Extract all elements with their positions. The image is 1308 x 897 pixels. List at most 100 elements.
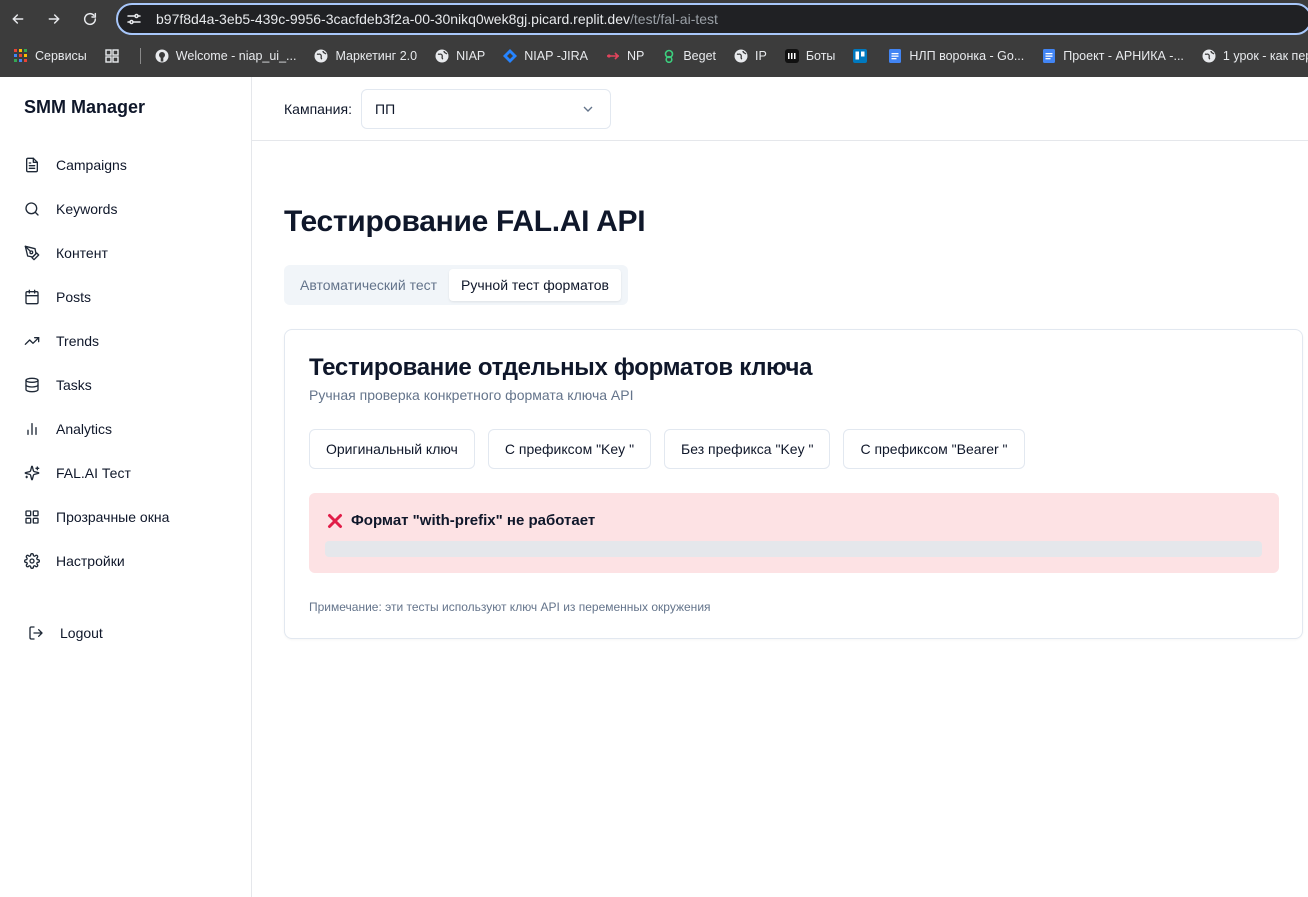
sidebar-item-label: Analytics: [56, 421, 113, 437]
campaign-select[interactable]: ПП: [361, 89, 611, 129]
bookmarks-bar: Сервисы Welcome - niap_ui_... Маркетинг …: [0, 40, 1308, 72]
layout-grid-icon: [24, 509, 40, 525]
bookmark-beget[interactable]: Beget: [662, 49, 716, 63]
card-subtitle: Ручная проверка конкретного формата ключ…: [309, 387, 634, 403]
arrow-left-icon: [12, 14, 24, 24]
bookmark-ip[interactable]: IP: [734, 49, 767, 63]
trello-icon: [853, 49, 868, 63]
sidebar-item-label: Tasks: [56, 377, 92, 393]
reload-icon: [83, 12, 97, 26]
bookmark-niap-jira[interactable]: NIAP -JIRA: [503, 49, 588, 63]
bookmark-label: Маркетинг 2.0: [335, 49, 418, 63]
address-bar[interactable]: b97f8d4a-3eb5-439c-9956-3cacfdeb3f2a-00-…: [116, 3, 1308, 35]
sidebar-item-label: Campaigns: [56, 157, 127, 173]
bearer-prefix-button[interactable]: С префиксом "Bearer ": [843, 429, 1025, 469]
app-brand: SMM Manager: [24, 97, 146, 117]
bookmark-label: IP: [755, 49, 767, 63]
url-host: b97f8d4a-3eb5-439c-9956-3cacfdeb3f2a-00-…: [156, 11, 630, 27]
error-alert: Формат "with-prefix" не работает: [309, 493, 1279, 573]
bookmark-label: Сервисы: [35, 49, 87, 63]
globe-icon: [1202, 49, 1216, 63]
settings-icon: [24, 553, 40, 569]
bookmark-label: Проект - АРНИКА -...: [1063, 49, 1184, 63]
bookmark-nlp-funnel[interactable]: НЛП воронка - Go...: [888, 49, 1024, 63]
sidebar-item-fal-ai-test[interactable]: FAL.AI Тест: [24, 461, 131, 485]
bookmark-bots[interactable]: Боты: [784, 49, 836, 63]
sidebar-item-settings[interactable]: Настройки: [24, 549, 125, 573]
beget-icon: [662, 49, 676, 63]
database-icon: [24, 377, 40, 393]
globe-icon: [435, 49, 449, 63]
search-icon: [24, 201, 40, 217]
sidebar-item-content[interactable]: Контент: [24, 241, 108, 265]
sidebar-item-label: Posts: [56, 289, 92, 305]
site-settings-icon[interactable]: [126, 11, 142, 27]
bookmark-welcome[interactable]: Welcome - niap_ui_...: [155, 49, 297, 63]
bookmark-label: 1 урок - как перейт...: [1222, 49, 1308, 63]
bookmark-arnika[interactable]: Проект - АРНИКА -...: [1042, 49, 1184, 63]
bookmark-services[interactable]: Сервисы: [14, 49, 87, 63]
globe-icon: [314, 49, 328, 63]
url-text[interactable]: b97f8d4a-3eb5-439c-9956-3cacfdeb3f2a-00-…: [156, 11, 718, 27]
logout-button[interactable]: Logout: [28, 621, 103, 645]
bookmark-separator: [139, 48, 141, 64]
app: SMM Manager Campaigns Keywords Контент P…: [0, 77, 1308, 897]
bookmark-label: Боты: [805, 49, 836, 63]
arrow-right-icon: [48, 14, 60, 24]
sidebar-item-label: FAL.AI Тест: [56, 465, 131, 481]
alert-title-text: Формат "with-prefix" не работает: [351, 512, 596, 529]
sidebar-item-trends[interactable]: Trends: [24, 329, 99, 353]
bookmark-label: NIAP -JIRA: [524, 49, 588, 63]
back-button[interactable]: [8, 9, 28, 29]
campaign-label: Кампания:: [284, 101, 352, 117]
github-icon: [155, 49, 169, 63]
trending-up-icon: [24, 333, 40, 349]
np-icon: [606, 49, 620, 63]
page-title: Тестирование FAL.AI API: [284, 205, 646, 238]
apps-grid-icon: [14, 49, 28, 63]
bookmark-niap[interactable]: NIAP: [435, 49, 485, 63]
bar-chart-icon: [24, 421, 40, 437]
tab-automatic-test[interactable]: Автоматический тест: [288, 269, 449, 301]
test-mode-tabs: Автоматический тест Ручной тест форматов: [284, 265, 628, 305]
key-format-test-card: Тестирование отдельных форматов ключа Ру…: [284, 329, 1303, 639]
bookmark-np[interactable]: NP: [606, 49, 644, 63]
url-path: /test/fal-ai-test: [630, 11, 718, 27]
main-content: Кампания: ПП Тестирование FAL.AI API Авт…: [252, 77, 1308, 897]
docs-icon: [1042, 49, 1056, 63]
sidebar-item-analytics[interactable]: Analytics: [24, 417, 112, 441]
sidebar-item-campaigns[interactable]: Campaigns: [24, 153, 127, 177]
logout-label: Logout: [60, 625, 103, 641]
bookmark-lesson-1[interactable]: 1 урок - как перейт...: [1202, 49, 1308, 63]
no-key-prefix-button[interactable]: Без префикса "Key ": [664, 429, 831, 469]
sidebar-item-label: Контент: [56, 245, 108, 261]
sidebar-item-transparent-windows[interactable]: Прозрачные окна: [24, 505, 169, 529]
globe-icon: [734, 49, 748, 63]
bookmark-label: NP: [626, 49, 645, 63]
original-key-button[interactable]: Оригинальный ключ: [309, 429, 475, 469]
grid-icon: [105, 49, 119, 63]
bookmark-label: Beget: [683, 49, 716, 63]
forward-button[interactable]: [44, 9, 64, 29]
sidebar-item-label: Keywords: [56, 201, 118, 217]
bookmark-label: Welcome - niap_ui_...: [175, 49, 297, 63]
jira-icon: [503, 49, 518, 63]
sidebar-item-keywords[interactable]: Keywords: [24, 197, 117, 221]
bookmark-tab-groups[interactable]: [105, 49, 126, 63]
bots-icon: [784, 49, 799, 63]
key-prefix-button[interactable]: С префиксом "Key ": [487, 429, 652, 469]
pen-tool-icon: [24, 245, 40, 261]
sidebar: SMM Manager Campaigns Keywords Контент P…: [0, 77, 252, 897]
sidebar-item-label: Прозрачные окна: [56, 509, 170, 525]
logout-icon: [28, 625, 44, 641]
sidebar-item-label: Настройки: [56, 553, 125, 569]
sparkles-icon: [24, 465, 40, 481]
sidebar-item-posts[interactable]: Posts: [24, 285, 91, 309]
bookmark-trello[interactable]: [853, 49, 874, 63]
tab-manual-format-test[interactable]: Ручной тест форматов: [449, 269, 621, 301]
bookmark-marketing[interactable]: Маркетинг 2.0: [314, 49, 417, 63]
browser-chrome: b97f8d4a-3eb5-439c-9956-3cacfdeb3f2a-00-…: [0, 0, 1308, 77]
cross-mark-icon: [327, 513, 343, 529]
reload-button[interactable]: [80, 9, 100, 29]
sidebar-item-tasks[interactable]: Tasks: [24, 373, 92, 397]
